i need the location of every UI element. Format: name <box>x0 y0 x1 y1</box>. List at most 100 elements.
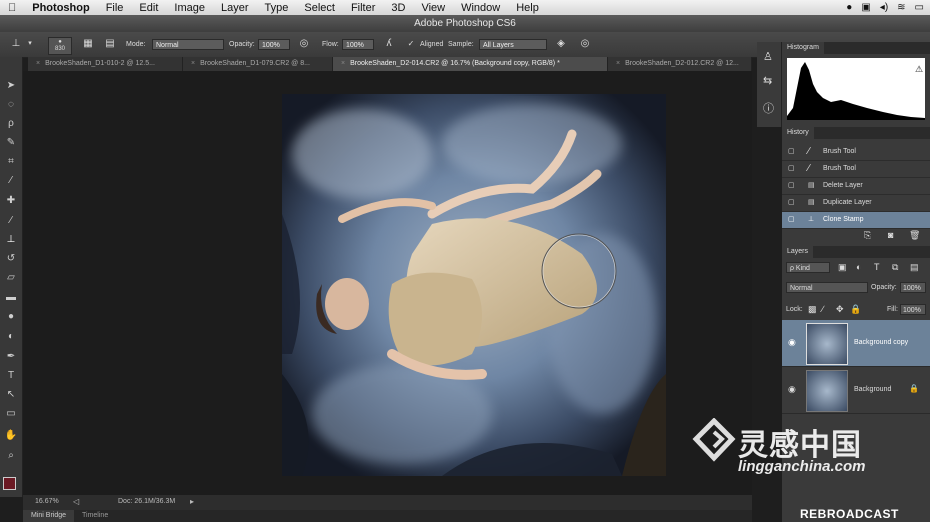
brush-preset-picker[interactable]: ● 830 <box>48 37 72 55</box>
aligned-checkbox[interactable]: ✓ <box>405 38 417 50</box>
quick-select-tool-icon[interactable]: ✎ <box>3 136 19 150</box>
eyedropper-tool-icon[interactable]: ⁄ <box>3 174 19 188</box>
close-icon[interactable]: × <box>341 60 345 67</box>
checkbox-icon[interactable]: ▢ <box>788 161 795 177</box>
menu-file[interactable]: File <box>98 2 132 14</box>
hand-tool-icon[interactable]: ✋ <box>3 429 19 443</box>
history-item[interactable]: ▢ ▤ Delete Layer <box>782 178 930 195</box>
doc-tab-active[interactable]: × BrookeShaden_D2-014.CR2 @ 16.7% (Backgr… <box>333 57 608 71</box>
menu-app[interactable]: Photoshop <box>24 2 97 14</box>
filter-smart-object-icon[interactable]: ▤ <box>910 262 919 273</box>
screen-icon[interactable]: ▣ <box>861 2 870 13</box>
history-item[interactable]: ▢ ▤ Duplicate Layer <box>782 195 930 212</box>
clone-stamp-tool-icon[interactable]: ⊥ <box>10 38 22 50</box>
menu-window[interactable]: Window <box>453 2 508 14</box>
history-item[interactable]: ▢ ∕ Brush Tool <box>782 144 930 161</box>
history-tab[interactable]: History <box>782 127 930 139</box>
wifi-icon[interactable]: ≋ <box>897 2 905 13</box>
close-icon[interactable]: × <box>616 60 620 67</box>
blur-tool-icon[interactable]: ● <box>3 310 19 324</box>
checkbox-icon[interactable]: ▢ <box>788 178 795 194</box>
lock-all-icon[interactable]: 🔒 <box>850 304 861 315</box>
filter-shape-icon[interactable]: ⧉ <box>892 262 898 273</box>
status-menu-icon[interactable]: ▸ <box>190 497 194 506</box>
menu-image[interactable]: Image <box>166 2 213 14</box>
new-document-from-state-icon[interactable]: ⎘ <box>864 230 871 241</box>
clone-stamp-tool-icon[interactable]: ⊥ <box>3 233 19 247</box>
crop-tool-icon[interactable]: ⌗ <box>3 155 19 169</box>
apple-icon[interactable]:  <box>0 2 24 14</box>
lock-position-icon[interactable]: ✥ <box>836 304 844 315</box>
lock-pixels-icon[interactable]: ∕ <box>822 304 824 314</box>
adjust-panel-icon[interactable]: ⇆ <box>763 74 772 87</box>
pressure-opacity-icon[interactable]: ◎ <box>298 38 310 50</box>
layer-filter-select[interactable]: ρ Kind <box>786 262 830 273</box>
snapshot-icon[interactable]: ◙ <box>888 230 893 240</box>
foreground-color-swatch[interactable] <box>3 477 16 490</box>
history-item[interactable]: ▢ ∕ Brush Tool <box>782 161 930 178</box>
document-image[interactable] <box>282 94 666 476</box>
menu-type[interactable]: Type <box>257 2 297 14</box>
status-circle-icon[interactable]: ● <box>846 2 852 13</box>
checkbox-icon[interactable]: ▢ <box>788 212 795 228</box>
trash-icon[interactable]: 🗑 <box>909 230 920 241</box>
lasso-tool-icon[interactable]: ρ <box>3 117 19 131</box>
flow-field[interactable]: 100% <box>342 39 374 50</box>
doc-tab-2[interactable]: × BrookeShaden_D1-079.CR2 @ 8... <box>183 57 333 71</box>
brush-tool-icon[interactable]: ∕ <box>3 214 19 228</box>
ignore-adjustment-icon[interactable]: ◈ <box>555 38 567 50</box>
close-icon[interactable]: × <box>191 60 195 67</box>
mode-select[interactable]: Normal <box>152 39 224 50</box>
airbrush-icon[interactable]: ʎ <box>383 38 395 50</box>
battery-icon[interactable]: ▭ <box>915 2 924 13</box>
menu-filter[interactable]: Filter <box>343 2 383 14</box>
layer-name[interactable]: Background <box>854 386 891 393</box>
history-item-active[interactable]: ▢ ⊥ Clone Stamp <box>782 212 930 229</box>
filter-adjustment-icon[interactable]: ◐ <box>856 262 861 272</box>
tab-mini-bridge[interactable]: Mini Bridge <box>23 510 75 522</box>
eye-icon[interactable]: ◉ <box>788 384 796 395</box>
checkbox-icon[interactable]: ▢ <box>788 195 795 211</box>
shape-tool-icon[interactable]: ▭ <box>3 407 19 421</box>
layers-tab[interactable]: Layers <box>782 246 930 258</box>
menu-select[interactable]: Select <box>296 2 343 14</box>
pen-tool-icon[interactable]: ✒ <box>3 350 19 364</box>
eraser-tool-icon[interactable]: ▱ <box>3 271 19 285</box>
brush-panel-icon[interactable]: ▤ <box>104 38 116 50</box>
layer-background[interactable]: ◉ Background 🔒 <box>782 367 930 414</box>
layer-background-copy[interactable]: ◉ Background copy <box>782 320 930 367</box>
close-icon[interactable]: × <box>36 60 40 67</box>
layer-name[interactable]: Background copy <box>854 339 908 346</box>
opacity-field[interactable]: 100% <box>258 39 290 50</box>
checkbox-icon[interactable]: ▢ <box>788 144 795 160</box>
type-tool-icon[interactable]: T <box>3 369 19 383</box>
histogram-tab[interactable]: Histogram <box>782 42 930 54</box>
fill-field[interactable]: 100% <box>900 304 926 315</box>
marquee-tool-icon[interactable]: ◌ <box>3 98 19 112</box>
healing-tool-icon[interactable]: ✚ <box>3 194 19 208</box>
zoom-level[interactable]: 16.67% <box>35 498 59 505</box>
clone-source-panel-icon[interactable]: ▦ <box>82 38 94 50</box>
path-select-tool-icon[interactable]: ↖ <box>3 388 19 402</box>
doc-tab-4[interactable]: × BrookeShaden_D2-012.CR2 @ 12... <box>608 57 752 71</box>
tool-preset-arrow-icon[interactable]: ▾ <box>24 38 36 50</box>
menu-help[interactable]: Help <box>508 2 547 14</box>
sample-select[interactable]: All Layers <box>479 39 547 50</box>
lock-transparent-icon[interactable]: ▩ <box>808 304 817 315</box>
history-brush-tool-icon[interactable]: ↺ <box>3 252 19 266</box>
clone-source-panel-icon[interactable]: ♙ <box>763 50 773 63</box>
menu-3d[interactable]: 3D <box>383 2 413 14</box>
warning-icon[interactable]: ⚠ <box>915 64 923 75</box>
menu-view[interactable]: View <box>413 2 453 14</box>
menu-layer[interactable]: Layer <box>213 2 257 14</box>
tab-timeline[interactable]: Timeline <box>74 510 116 522</box>
filter-type-icon[interactable]: T <box>874 262 880 272</box>
blend-mode-select[interactable]: Normal <box>786 282 868 293</box>
zoom-tool-icon[interactable]: ⌕ <box>3 449 19 463</box>
layer-opacity-field[interactable]: 100% <box>900 282 926 293</box>
menu-edit[interactable]: Edit <box>131 2 166 14</box>
move-tool-icon[interactable]: ➤ <box>3 79 19 93</box>
filter-pixel-icon[interactable]: ▣ <box>838 262 847 273</box>
info-icon[interactable]: ⓘ <box>763 100 774 116</box>
pressure-size-icon[interactable]: ◎ <box>579 38 591 50</box>
